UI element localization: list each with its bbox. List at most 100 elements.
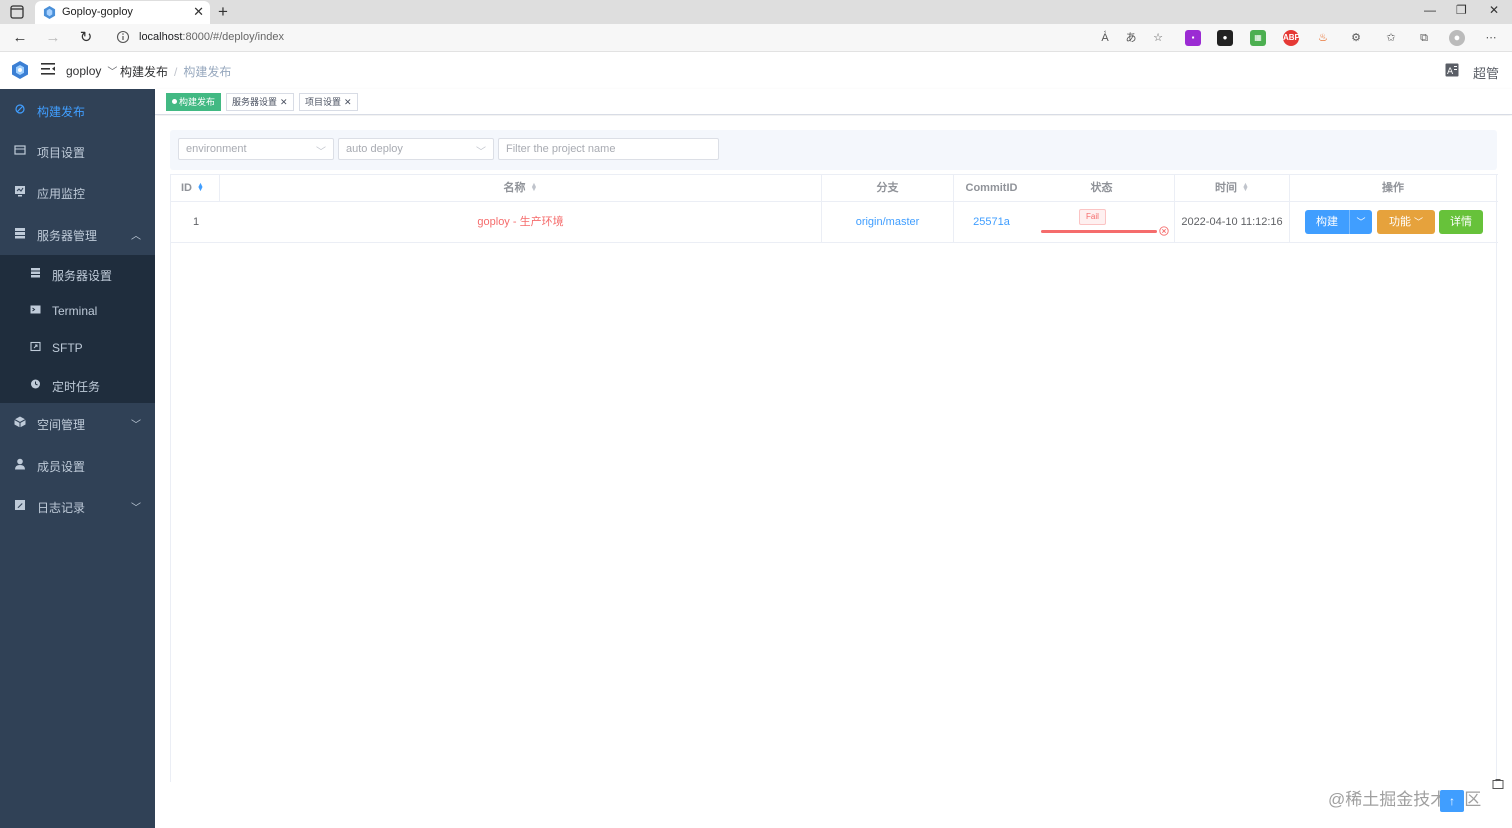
address-bar: ← → ↻ localhost:8000/#/deploy/index A᷾ あ… (0, 24, 1512, 52)
terminal-icon (30, 305, 41, 314)
build-dropdown-icon[interactable]: ﹀ (1349, 210, 1372, 234)
sidebar-item-label: 构建发布 (37, 105, 86, 119)
tag-server-setting[interactable]: 服务器设置 ✕ (226, 93, 294, 111)
sidebar-item-sftp[interactable]: SFTP (0, 329, 155, 366)
detail-button[interactable]: 详情 (1439, 210, 1483, 234)
column-label: 操作 (1382, 182, 1404, 194)
column-label: 名称 (503, 182, 526, 194)
url-field[interactable]: localhost:8000/#/deploy/index (139, 31, 284, 43)
refresh-icon[interactable]: ↻ (76, 28, 96, 48)
sort-icon[interactable]: ▲ ▼ (197, 182, 204, 193)
sort-icon[interactable]: ▲ ▼ (1242, 182, 1249, 193)
cell-project-name[interactable]: goploy - 生产环境 (220, 202, 822, 242)
browser-tab[interactable]: Goploy-goploy ✕ (35, 1, 210, 24)
column-time[interactable]: 时间 ▲ ▼ (1175, 175, 1290, 202)
breadcrumb-separator: / (174, 65, 178, 79)
favorite-add-icon[interactable]: ☆ (1150, 30, 1166, 46)
server-setting-icon (31, 268, 40, 278)
sidebar-item-project[interactable]: 项目设置 (0, 130, 155, 171)
sidebar-item-namespace[interactable]: 空间管理 ﹀ (0, 402, 155, 443)
tag-deploy[interactable]: 构建发布 (166, 93, 222, 111)
namespace-select[interactable]: goploy ﹀ (66, 63, 117, 78)
extension-orange-icon[interactable]: ♨ (1315, 30, 1331, 46)
more-icon[interactable]: ⋯ (1483, 30, 1499, 46)
column-label: ID (181, 182, 192, 194)
sidebar-sub-label: Terminal (52, 304, 98, 318)
site-info-icon[interactable] (116, 30, 130, 44)
environment-placeholder: environment (186, 143, 247, 155)
log-icon (15, 500, 25, 510)
tag-project-setting[interactable]: 项目设置 ✕ (299, 93, 358, 111)
server-submenu: 服务器设置 Terminal SFTP 定时任务 (0, 255, 155, 403)
back-to-top-button[interactable]: ↑ (1440, 790, 1464, 812)
language-icon[interactable]: A (1445, 63, 1459, 77)
progress-fill (1041, 230, 1157, 233)
sidebar-item-label: 日志记录 (37, 501, 86, 515)
chevron-up-icon: ︿ (131, 231, 141, 242)
forward-icon[interactable]: → (43, 28, 63, 48)
cell-commit[interactable]: 25571a (954, 202, 1029, 242)
translate-icon[interactable]: あ (1123, 30, 1139, 46)
tab-actions-icon[interactable] (8, 4, 26, 20)
column-status: 状态 (1029, 175, 1175, 202)
adblock-icon[interactable]: ABP (1283, 30, 1300, 46)
close-tag-icon[interactable]: ✕ (280, 97, 288, 107)
build-button[interactable]: 构建 (1305, 210, 1349, 234)
tag-label: 服务器设置 (232, 97, 278, 107)
collections-icon[interactable]: ⧉ (1416, 30, 1432, 46)
column-name[interactable]: 名称 ▲ ▼ (220, 175, 822, 202)
extension-dark-icon[interactable]: ● (1217, 30, 1233, 46)
user-menu[interactable]: 超管 (1473, 63, 1499, 82)
project-name-input[interactable]: Filter the project name (498, 138, 719, 160)
deploy-icon (15, 104, 25, 114)
sidebar-item-label: 应用监控 (37, 187, 86, 201)
sidebar-item-deploy[interactable]: 构建发布 (0, 89, 155, 130)
menu-toggle-icon[interactable] (41, 63, 55, 75)
close-tab-icon[interactable]: ✕ (193, 4, 204, 20)
deploy-table: ID ▲ ▼ 名称 ▲ ▼ 分支 CommitID 状态 时间 ▲ ▼ 操作 1 goplo… (170, 174, 1498, 782)
namespace-label: goploy (66, 64, 102, 78)
read-aloud-icon[interactable]: A᷾ (1097, 30, 1113, 46)
back-icon[interactable]: ← (10, 28, 30, 48)
sidebar-item-crontab[interactable]: 定时任务 (0, 366, 155, 403)
sidebar-item-server-setting[interactable]: 服务器设置 (0, 255, 155, 292)
sidebar-item-log[interactable]: 日志记录 ﹀ (0, 485, 155, 526)
minimize-icon[interactable]: — (1424, 3, 1436, 17)
extension-purple-icon[interactable]: ▪ (1185, 30, 1201, 46)
sidebar-item-terminal[interactable]: Terminal (0, 292, 155, 329)
monitor-icon (15, 186, 25, 197)
main-content: environment ﹀ auto deploy ﹀ Filter the p… (155, 116, 1512, 828)
environment-select[interactable]: environment ﹀ (178, 138, 334, 160)
close-window-icon[interactable]: ✕ (1489, 3, 1499, 17)
close-tag-icon[interactable]: ✕ (344, 97, 352, 107)
sidebar-item-monitor[interactable]: 应用监控 (0, 171, 155, 212)
sidebar-item-server[interactable]: 服务器管理 ︿ (0, 213, 155, 254)
function-dropdown-button[interactable]: 功能 ﹀ (1377, 210, 1435, 234)
sidebar-item-label: 服务器管理 (37, 229, 98, 243)
column-label: 状态 (1090, 182, 1113, 194)
breadcrumb-current: 构建发布 (183, 65, 232, 79)
cell-branch[interactable]: origin/master (822, 202, 954, 242)
chevron-down-icon: ﹀ (131, 503, 141, 514)
url-path: :8000/#/deploy/index (182, 31, 284, 43)
chevron-down-icon: ﹀ (476, 147, 486, 158)
favorites-icon[interactable]: ✩ (1383, 30, 1399, 46)
auto-deploy-select[interactable]: auto deploy ﹀ (338, 138, 494, 160)
chevron-down-icon: ﹀ (107, 67, 118, 78)
goploy-logo-icon (12, 61, 28, 79)
new-tab-icon[interactable]: + (218, 2, 228, 22)
extension-green-icon[interactable]: ▦ (1250, 30, 1266, 46)
side-panel-icon[interactable] (1492, 778, 1504, 790)
sidebar-item-member[interactable]: 成员设置 (0, 444, 155, 485)
breadcrumb-item[interactable]: 构建发布 (120, 65, 168, 79)
sftp-icon (30, 341, 41, 352)
column-label: 时间 (1215, 182, 1238, 194)
sort-icon[interactable]: ▲ ▼ (531, 182, 538, 193)
profile-avatar-icon[interactable]: ● (1449, 30, 1465, 46)
extensions-icon[interactable]: ⚙ (1348, 30, 1364, 46)
sidebar-sub-label: SFTP (52, 341, 83, 355)
restore-icon[interactable]: ❐ (1456, 3, 1467, 17)
column-id[interactable]: ID ▲ ▼ (171, 175, 220, 202)
crontab-icon (31, 379, 40, 389)
svg-text:A: A (1447, 67, 1454, 77)
